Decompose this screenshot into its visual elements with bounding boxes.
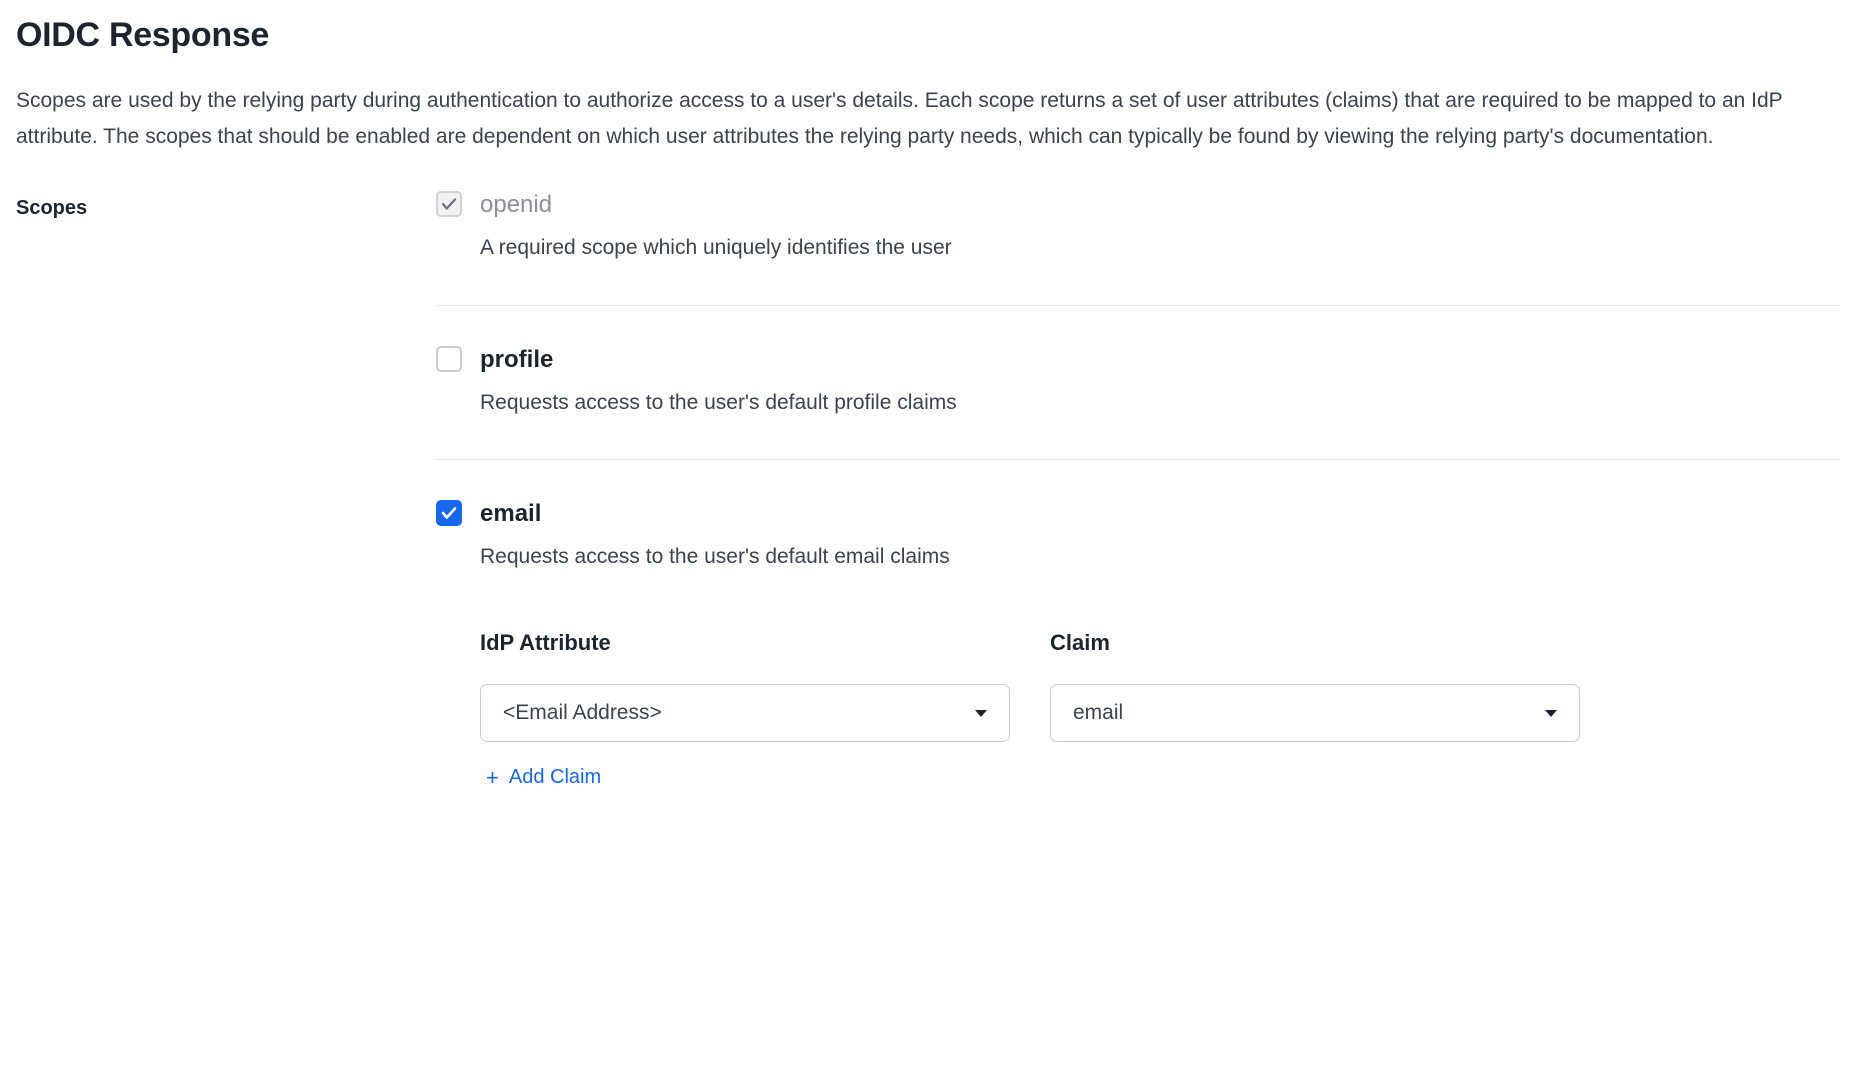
dropdown-value: <Email Address> (503, 701, 662, 725)
scope-name: email (480, 500, 1840, 528)
mapping-row: <Email Address> email (480, 684, 1840, 742)
plus-icon: + (486, 767, 499, 789)
page-description: Scopes are used by the relying party dur… (16, 83, 1840, 155)
checkmark-icon (440, 504, 458, 522)
scope-checkbox-openid (436, 191, 462, 217)
page-title: OIDC Response (16, 16, 1840, 55)
scope-description: A required scope which uniquely identifi… (480, 231, 1840, 265)
scope-description: Requests access to the user's default em… (480, 540, 1840, 574)
scope-item-email: email Requests access to the user's defa… (436, 500, 1840, 829)
scope-checkbox-profile[interactable] (436, 346, 462, 372)
chevron-down-icon (975, 710, 987, 717)
scopes-list: openid A required scope which uniquely i… (436, 191, 1840, 829)
scope-name: profile (480, 346, 1840, 374)
scope-description: Requests access to the user's default pr… (480, 386, 1840, 420)
claim-mapping: IdP Attribute Claim <Email Address> emai… (436, 630, 1840, 790)
scope-name: openid (480, 191, 1840, 219)
add-claim-label: Add Claim (509, 766, 601, 789)
mapping-header-claim: Claim (1050, 630, 1580, 656)
scope-checkbox-email[interactable] (436, 500, 462, 526)
scope-item-openid: openid A required scope which uniquely i… (436, 191, 1840, 306)
chevron-down-icon (1545, 710, 1557, 717)
add-claim-button[interactable]: + Add Claim (480, 766, 601, 789)
scopes-section: Scopes openid A required scope which uni… (16, 191, 1840, 829)
mapping-header-attribute: IdP Attribute (480, 630, 1010, 656)
scope-item-profile: profile Requests access to the user's de… (436, 346, 1840, 461)
scopes-label: Scopes (16, 191, 436, 220)
idp-attribute-dropdown[interactable]: <Email Address> (480, 684, 1010, 742)
checkmark-icon (440, 195, 458, 213)
claim-dropdown[interactable]: email (1050, 684, 1580, 742)
dropdown-value: email (1073, 701, 1123, 725)
